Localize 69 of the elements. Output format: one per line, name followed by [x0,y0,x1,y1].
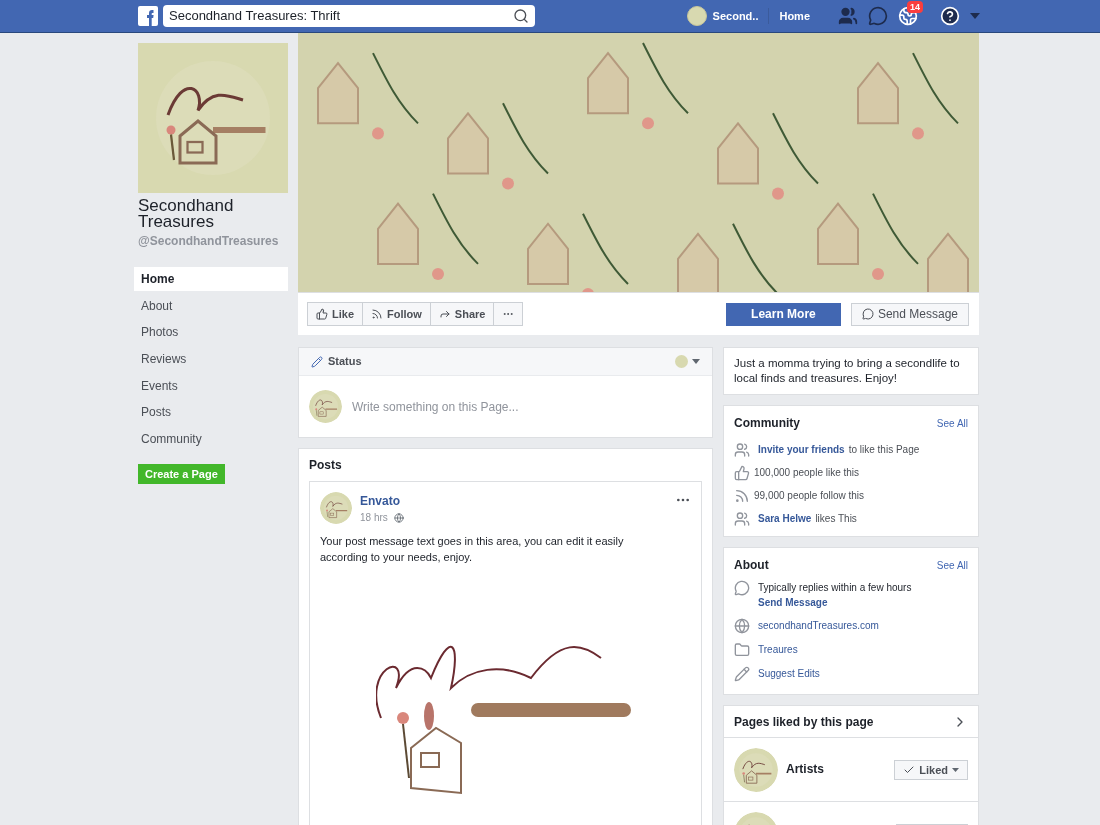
messenger-icon[interactable] [868,6,888,26]
liked-page-name[interactable]: Artists [786,760,824,778]
f-logo-icon [138,6,158,26]
follow-button[interactable]: Follow [362,302,431,326]
community-text: 99,000 people follow this [754,489,865,503]
page-handle: @SecondhandTreasures [137,233,280,250]
help-icon[interactable] [940,6,960,26]
nav-item[interactable]: About [134,293,288,318]
status-tab[interactable]: Status [328,353,362,370]
learn-more-button[interactable]: Learn More [725,302,841,326]
profile-link[interactable]: Second.. [712,7,759,25]
globe-icon[interactable] [898,6,918,26]
share-button[interactable]: Share [429,302,495,326]
nav-item[interactable]: Home [134,267,288,291]
caret-icon [692,359,700,364]
liked-pages-heading: Pages liked by this page [734,713,874,731]
post-text: Your post message text goes in this area, you can edit it easily according to your needs, enjoy. [320,534,625,565]
liked-button[interactable]: Liked [894,760,968,780]
nav-item[interactable]: Community [134,427,288,452]
community-link[interactable]: Sara Helwe [758,511,812,526]
home-link[interactable]: Home [779,7,810,25]
share-icon [438,308,451,320]
search-field[interactable]: Secondhand Treasures: Thrift [163,5,535,27]
people-icon [734,510,750,527]
nav-item[interactable]: Posts [134,400,288,425]
like-button[interactable]: Like [307,302,363,326]
about-heading: About [734,557,769,574]
chat-bubble-icon [734,580,750,596]
check-icon [903,764,916,776]
see-all-link[interactable]: See All [936,415,968,431]
post-author[interactable]: Envato [360,492,404,510]
community-text: 100,000 people like this [754,466,860,480]
feed-icon [734,487,750,504]
search-input[interactable]: Secondhand Treasures: Thrift [169,6,513,26]
community-link[interactable]: Invite your friends [758,442,845,457]
profile-avatar[interactable] [686,6,707,26]
thumbs-up-icon [734,464,750,481]
send-message-button[interactable]: Send Message [850,302,969,326]
pencil-icon [734,666,750,682]
people-icon [734,441,750,458]
nav-item[interactable]: Photos [134,320,288,345]
page-name: Secondhand Treasures [137,198,235,230]
pencil-icon [311,355,323,368]
caret-icon[interactable] [970,13,980,19]
notification-badge: 14 [907,1,923,13]
chat-bubble-icon [861,308,874,320]
about-link[interactable]: Treaures [758,642,798,657]
about-link[interactable]: secondhandTreasures.com [758,618,879,633]
feed-icon [371,308,383,320]
posts-heading: Posts [309,457,343,474]
about-link[interactable]: Suggest Edits [758,666,820,681]
community-text: likes This [815,512,857,526]
globe-icon [393,512,404,523]
about-link[interactable]: Send Message [758,595,912,610]
community-heading: Community [734,415,800,432]
thumbs-up-icon [316,308,328,320]
search-icon [513,8,529,24]
about-blurb: Just a momma trying to bring a secondlife to local finds and treasures. Enjoy! [734,356,961,386]
nav-item[interactable]: Reviews [134,347,288,372]
globe-icon [734,618,750,634]
avatar-dropdown[interactable] [675,355,700,368]
status-input[interactable]: Write something on this Page... [352,397,702,416]
nav-item[interactable]: Events [134,373,288,398]
about-text: Typically replies within a few hours [758,581,912,595]
friends-icon[interactable] [838,6,858,26]
see-all-link[interactable]: See All [936,557,968,573]
community-text: to like this Page [848,443,920,457]
caret-icon [952,768,959,772]
folder-icon [734,642,750,658]
